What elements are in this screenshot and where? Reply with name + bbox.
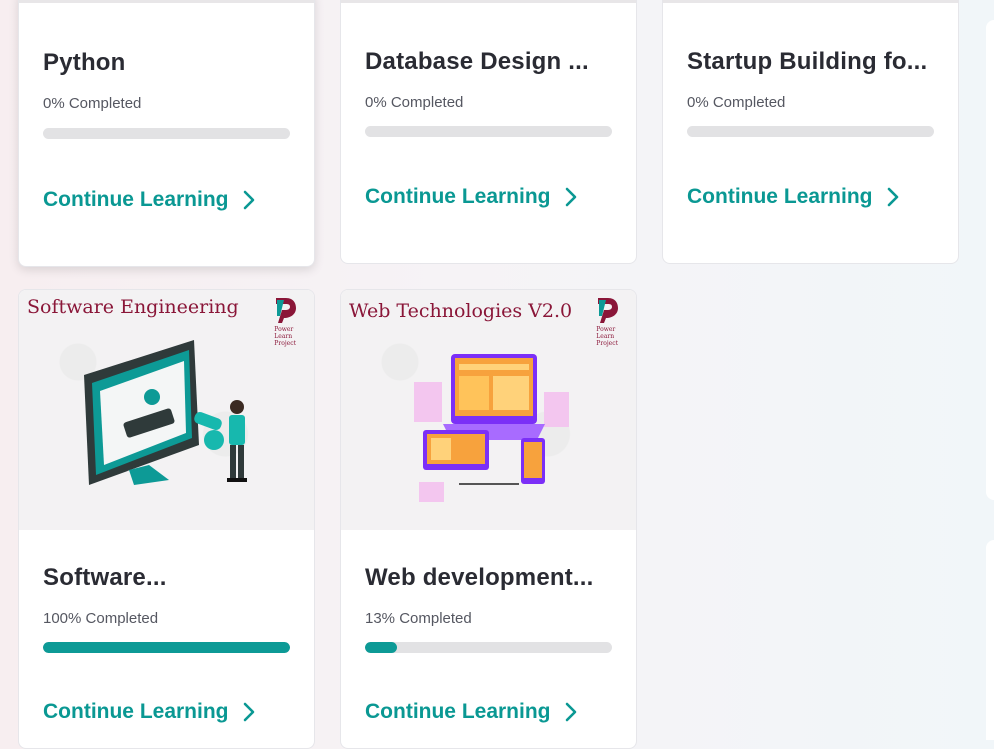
continue-learning-label: Continue Learning: [365, 185, 551, 208]
progress-text: 0% Completed: [365, 94, 464, 111]
side-panel-edge: [986, 540, 994, 740]
course-card-python[interactable]: Python 0% Completed Continue Learning: [18, 0, 315, 267]
power-learn-project-logo: [276, 298, 296, 323]
side-panel-edge: [986, 20, 994, 500]
course-thumbnail: Web Technologies V2.0 Power Learn Project: [341, 290, 636, 530]
logo-wordmark: Power Learn Project: [274, 326, 296, 347]
chevron-right-icon: [565, 702, 576, 722]
continue-learning-button[interactable]: Continue Learning: [687, 185, 899, 209]
continue-learning-label: Continue Learning: [687, 185, 873, 208]
card-thumbnail-edge: [19, 0, 314, 3]
progress-bar: [365, 642, 612, 653]
course-card-database-design[interactable]: Database Design ... 0% Completed Continu…: [340, 0, 637, 264]
progress-bar: [687, 126, 934, 137]
continue-learning-button[interactable]: Continue Learning: [365, 185, 577, 209]
thumbnail-title: Web Technologies V2.0: [349, 300, 573, 322]
continue-learning-button[interactable]: Continue Learning: [43, 188, 255, 212]
course-title: Software...: [43, 564, 167, 591]
course-card-web-development[interactable]: Web Technologies V2.0 Power Learn Project: [340, 289, 637, 749]
course-title: Database Design ...: [365, 48, 589, 75]
chevron-right-icon: [243, 702, 254, 722]
continue-learning-label: Continue Learning: [43, 188, 229, 211]
progress-bar: [365, 126, 612, 137]
chevron-right-icon: [565, 187, 576, 207]
progress-bar: [43, 128, 290, 139]
card-thumbnail-edge: [341, 0, 636, 3]
course-title: Web development...: [365, 564, 594, 591]
continue-learning-label: Continue Learning: [365, 700, 551, 723]
continue-learning-button[interactable]: Continue Learning: [365, 700, 577, 724]
course-title: Python: [43, 49, 126, 76]
software-engineering-illustration: [84, 340, 247, 485]
course-card-startup-building[interactable]: Startup Building fo... 0% Completed Cont…: [662, 0, 959, 264]
progress-text: 0% Completed: [43, 95, 142, 112]
continue-learning-button[interactable]: Continue Learning: [43, 700, 255, 724]
progress-text: 100% Completed: [43, 610, 159, 627]
progress-bar: [43, 642, 290, 653]
logo-wordmark: Power Learn Project: [596, 326, 618, 347]
thumbnail-title: Software Engineering: [27, 296, 239, 318]
course-title: Startup Building fo...: [687, 48, 928, 75]
progress-text: 13% Completed: [365, 610, 472, 627]
progress-text: 0% Completed: [687, 94, 786, 111]
chevron-right-icon: [887, 187, 898, 207]
course-thumbnail: Software Engineering Power Learn Project: [19, 290, 314, 530]
power-learn-project-logo: [598, 298, 618, 323]
card-thumbnail-edge: [663, 0, 958, 3]
web-technologies-illustration: [414, 354, 569, 502]
course-card-software-engineering[interactable]: Software Engineering Power Learn Project S…: [18, 289, 315, 749]
chevron-right-icon: [243, 190, 254, 210]
continue-learning-label: Continue Learning: [43, 700, 229, 723]
